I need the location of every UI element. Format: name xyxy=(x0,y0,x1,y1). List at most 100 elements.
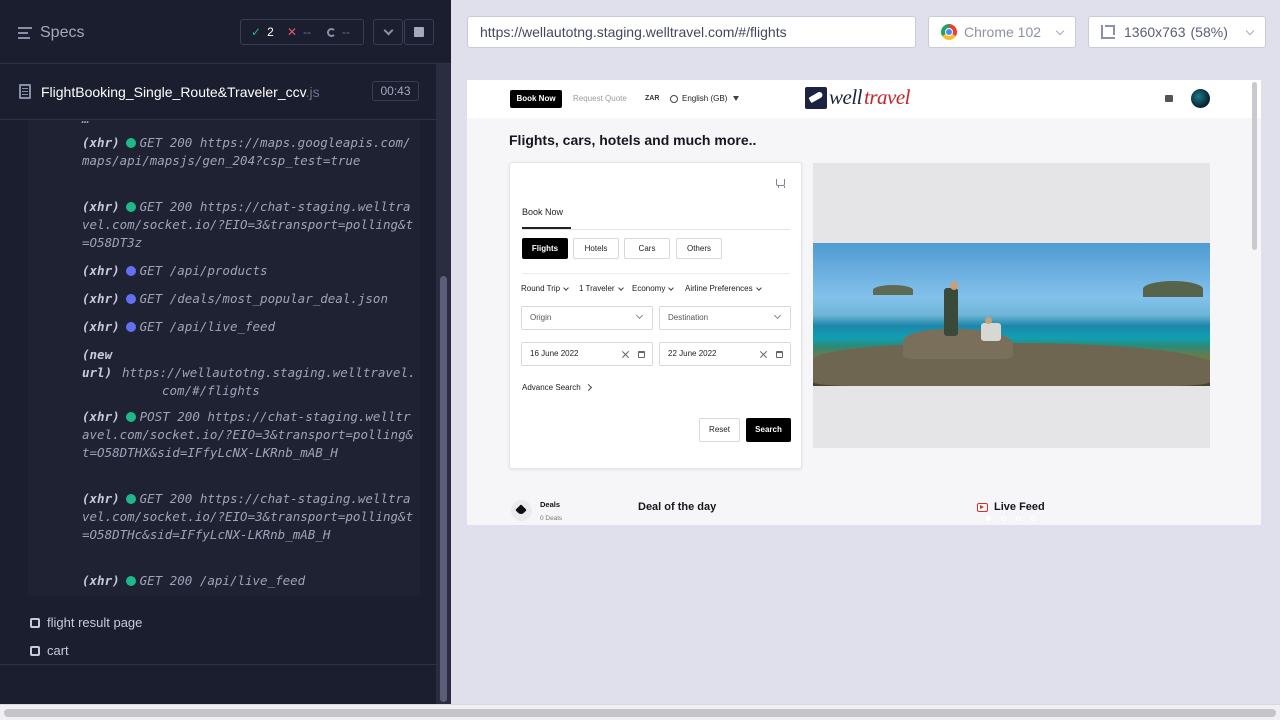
language-label: English (GB) xyxy=(682,94,728,103)
advance-search-label: Advance Search xyxy=(522,383,581,392)
log-kind: (xhr) xyxy=(82,291,120,306)
clear-icon[interactable] xyxy=(622,350,630,358)
browser-selector[interactable]: Chrome 102 xyxy=(928,16,1076,48)
log-entry[interactable]: (xhr) GET 200 https://chat-staging.welltr… xyxy=(82,490,418,544)
logo-text-accent: travel xyxy=(864,85,910,109)
traveler-dropdown[interactable]: 1 Traveler xyxy=(579,284,624,293)
log-entry-truncated: … xyxy=(82,120,418,128)
step-label: cart xyxy=(47,643,69,658)
checkbox-icon xyxy=(30,645,40,656)
pending-count: -- xyxy=(327,25,350,39)
carousel-dot[interactable] xyxy=(1016,516,1021,521)
product-cars-button[interactable]: Cars xyxy=(624,238,670,259)
failed-value: -- xyxy=(303,25,312,39)
welltravel-logo[interactable]: well travel xyxy=(805,85,910,110)
carousel-dot[interactable] xyxy=(1001,516,1006,521)
log-entry[interactable]: https://wellautotng.staging.welltravel.c… xyxy=(122,364,418,400)
reset-button[interactable]: Reset xyxy=(699,418,740,442)
depart-date-field[interactable]: 16 June 2022 xyxy=(521,342,653,366)
log-entry[interactable]: (xhr) GET /api/products xyxy=(82,262,418,280)
chat-icon[interactable] xyxy=(1165,95,1173,102)
log-entry[interactable]: (xhr) GET 200 https://chat-staging.welltr… xyxy=(82,198,418,252)
test-runner-panel: Specs ✓ 2 ✕ -- -- FlightBooking_Single_R… xyxy=(0,0,451,704)
viewport-size: 1360x763 xyxy=(1124,24,1186,40)
logo-text: well xyxy=(829,85,863,109)
specs-label[interactable]: Specs xyxy=(40,24,84,42)
log-entry[interactable]: (xhr) GET /api/live_feed xyxy=(82,318,418,336)
deals-title: Deals xyxy=(540,500,561,509)
horizontal-scrollbar[interactable] xyxy=(0,704,1280,720)
horizontal-scrollbar-thumb[interactable] xyxy=(4,709,1276,717)
language-selector[interactable]: English (GB) xyxy=(670,94,740,103)
advance-search-link[interactable]: Advance Search xyxy=(522,383,592,392)
book-now-button[interactable]: Book Now xyxy=(510,90,562,108)
trip-type-dropdown[interactable]: Round Trip xyxy=(521,284,569,293)
cabin-class-dropdown[interactable]: Economy xyxy=(632,284,675,293)
search-button[interactable]: Search xyxy=(746,418,791,442)
request-quote-link[interactable]: Request Quote xyxy=(573,94,627,103)
stop-button[interactable] xyxy=(404,19,434,45)
hero-image xyxy=(813,243,1210,386)
log-kind: (xhr) xyxy=(82,573,120,588)
carousel-dot[interactable] xyxy=(986,516,991,521)
log-entry[interactable]: (xhr) GET /deals/most_popular_deal.json xyxy=(82,290,418,308)
return-date-field[interactable]: 22 June 2022 xyxy=(659,342,791,366)
globe-icon xyxy=(670,94,678,103)
hiker-head-shape xyxy=(950,281,958,290)
app-scrollbar-thumb[interactable] xyxy=(1252,82,1257,250)
origin-select[interactable]: Origin xyxy=(521,306,653,330)
clear-icon[interactable] xyxy=(760,350,768,358)
chevron-down-icon xyxy=(617,284,624,291)
avatar[interactable] xyxy=(1191,89,1210,108)
destination-select[interactable]: Destination xyxy=(659,306,791,330)
log-kind: (xhr) xyxy=(82,409,120,424)
page-title: Flights, cars, hotels and much more.. xyxy=(509,132,757,148)
chrome-icon xyxy=(941,24,957,40)
spec-file-extension: .js xyxy=(305,84,320,100)
status-dot-icon xyxy=(125,412,136,422)
log-kind: (xhr) xyxy=(82,319,120,334)
log-kind: (xhr) xyxy=(82,263,120,278)
hiker-head-shape xyxy=(985,317,992,324)
collapse-button[interactable] xyxy=(373,19,403,45)
divider xyxy=(522,273,790,274)
currency-selector[interactable]: ZAR xyxy=(645,95,659,102)
step-cart[interactable]: cart xyxy=(30,643,69,658)
check-icon: ✓ xyxy=(251,25,262,39)
specs-menu-icon[interactable] xyxy=(18,27,32,39)
hero-carousel[interactable] xyxy=(813,163,1210,521)
spec-file-row[interactable]: FlightBooking_Single_Route&Traveler_ccv.… xyxy=(0,64,436,120)
product-flights-button[interactable]: Flights xyxy=(522,238,568,259)
trip-type-label: Round Trip xyxy=(521,284,561,293)
url-bar[interactable]: https://wellautotng.staging.welltravel.c… xyxy=(467,16,916,48)
log-text: GET 200 /api/live_feed xyxy=(139,573,306,588)
app-preview: Book Now Request Quote ZAR English (GB) … xyxy=(467,80,1261,525)
divider xyxy=(0,664,436,665)
deal-of-the-day-heading: Deal of the day xyxy=(638,501,717,513)
tab-book-now[interactable]: Book Now xyxy=(522,207,563,217)
log-scrollbar-thumb[interactable] xyxy=(440,276,447,702)
product-hotels-button[interactable]: Hotels xyxy=(573,238,619,259)
log-entry[interactable]: (xhr) GET 200 https://maps.googleapis.com… xyxy=(82,134,418,170)
carousel-dot[interactable] xyxy=(1031,516,1036,521)
airline-preferences-dropdown[interactable]: Airline Preferences xyxy=(685,284,762,293)
spec-duration: 00:43 xyxy=(372,81,419,101)
step-flight-result-page[interactable]: flight result page xyxy=(30,615,142,630)
log-text: GET /api/live_feed xyxy=(139,319,276,334)
status-dot-icon xyxy=(125,294,136,304)
log-kind: (xhr) xyxy=(82,491,120,506)
step-label: flight result page xyxy=(47,615,143,630)
calendar-icon[interactable] xyxy=(638,351,645,358)
chevron-right-icon xyxy=(584,383,592,392)
passed-count: ✓ 2 xyxy=(251,25,274,39)
log-entry[interactable]: (xhr) POST 200 https://chat-staging.wellt… xyxy=(82,408,418,462)
viewport-selector[interactable]: 1360x763 (58%) xyxy=(1088,16,1266,48)
calendar-icon[interactable] xyxy=(776,351,783,358)
island-shape xyxy=(873,285,913,295)
checkbox-icon xyxy=(30,617,40,628)
log-kind: (new url) xyxy=(82,347,113,380)
product-others-button[interactable]: Others xyxy=(676,238,722,259)
island-shape xyxy=(1143,281,1203,297)
log-entry[interactable]: (xhr) GET 200 /api/live_feed xyxy=(82,572,418,590)
cart-icon[interactable] xyxy=(776,179,785,188)
